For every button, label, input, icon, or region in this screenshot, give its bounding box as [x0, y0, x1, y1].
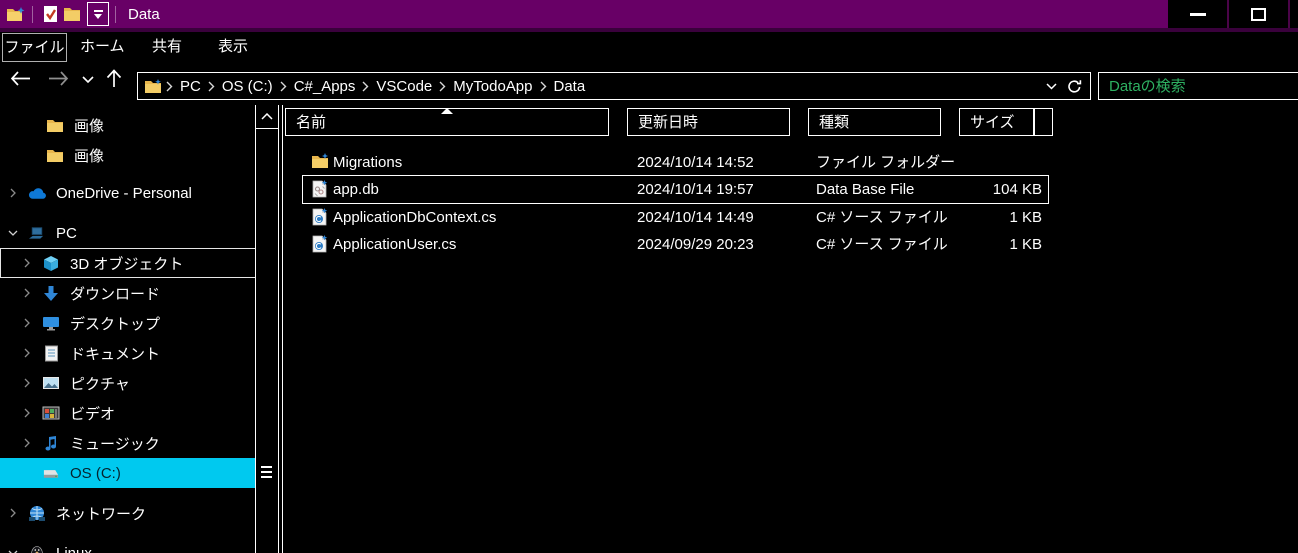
- sidebar-item-videos[interactable]: ビデオ: [0, 398, 255, 428]
- sidebar-item-pc[interactable]: PC: [0, 218, 255, 248]
- refresh-icon[interactable]: [1067, 79, 1082, 94]
- tab-home[interactable]: ホーム: [80, 33, 125, 60]
- recent-locations-chevron-icon[interactable]: [82, 76, 94, 84]
- ribbon-tab-row: ファイル ホーム 共有 表示: [0, 32, 1298, 62]
- chevron-right-icon[interactable]: [20, 438, 34, 448]
- titlebar: Data: [0, 0, 1298, 28]
- breadcrumb-item-data[interactable]: Data: [554, 78, 586, 95]
- sidebar-item-pictures-folder[interactable]: 画像: [0, 140, 255, 170]
- file-row-applicationuser[interactable]: ApplicationUser.cs 2024/09/29 20:23 C# ソ…: [303, 231, 1048, 258]
- sidebar-item-3d-objects[interactable]: 3D オブジェクト: [0, 248, 255, 278]
- breadcrumb-item-pc[interactable]: PC: [180, 78, 201, 95]
- tab-view[interactable]: 表示: [218, 33, 248, 60]
- search-box[interactable]: [1098, 72, 1298, 100]
- window-title: Data: [128, 5, 160, 23]
- folder-icon: [46, 146, 64, 164]
- sidebar-item-music[interactable]: ミュージック: [0, 428, 255, 458]
- file-panel-border: [282, 105, 283, 553]
- properties-icon[interactable]: [39, 2, 61, 26]
- tab-share[interactable]: 共有: [152, 33, 182, 60]
- maximize-button[interactable]: [1229, 0, 1288, 28]
- breadcrumb-chevron-icon: [280, 81, 287, 92]
- address-dropdown-chevron-icon[interactable]: [1046, 82, 1057, 90]
- sidebar-item-pictures[interactable]: ピクチャ: [0, 368, 255, 398]
- breadcrumb-chevron-icon: [208, 81, 215, 92]
- 3d-cube-icon: [42, 254, 60, 272]
- scrollbar-thumb-gripper[interactable]: [261, 466, 272, 478]
- folder-icon: [311, 153, 329, 171]
- forward-arrow-icon[interactable]: [48, 71, 69, 86]
- customize-quick-access-dropdown[interactable]: [87, 2, 109, 26]
- navigation-pane: 画像 画像 OneDrive - Personal PC 3D オブジェクト ダ…: [0, 105, 255, 553]
- column-header-modified[interactable]: 更新日時: [627, 108, 790, 136]
- chevron-right-icon[interactable]: [6, 188, 20, 198]
- sidebar-item-network[interactable]: ネットワーク: [0, 498, 255, 528]
- file-row-applicationdbcontext[interactable]: ApplicationDbContext.cs 2024/10/14 14:49…: [303, 204, 1048, 231]
- desktop-monitor-icon: [42, 314, 60, 332]
- folder-icon: [46, 116, 64, 134]
- navigation-row: PC OS (C:) C#_Apps VSCode MyTodoApp Data: [0, 62, 1298, 105]
- chevron-down-icon[interactable]: [6, 230, 20, 236]
- sidebar-item-os-c-drive[interactable]: OS (C:): [0, 458, 255, 488]
- chevron-right-icon[interactable]: [20, 318, 34, 328]
- video-film-icon: [42, 404, 60, 422]
- sidebar-item-onedrive[interactable]: OneDrive - Personal: [0, 178, 255, 208]
- back-arrow-icon[interactable]: [10, 71, 31, 86]
- column-header-empty[interactable]: [1034, 108, 1053, 136]
- onedrive-cloud-icon: [28, 184, 46, 202]
- linux-penguin-icon: [28, 544, 46, 553]
- address-folder-icon: [144, 78, 162, 94]
- minimize-button[interactable]: [1168, 0, 1227, 28]
- titlebar-separator: [32, 5, 33, 23]
- chevron-right-icon[interactable]: [20, 288, 34, 298]
- up-arrow-icon[interactable]: [106, 69, 122, 88]
- chevron-right-icon[interactable]: [20, 408, 34, 418]
- column-header-type[interactable]: 種類: [808, 108, 941, 136]
- breadcrumb-chevron-icon: [540, 81, 547, 92]
- sidebar-item-pictures-folder[interactable]: 画像: [0, 110, 255, 140]
- pictures-icon: [42, 374, 60, 392]
- titlebar-separator: [115, 5, 116, 23]
- sidebar-scrollbar[interactable]: [255, 105, 279, 553]
- chevron-right-icon[interactable]: [20, 378, 34, 388]
- breadcrumb-chevron-icon: [166, 81, 173, 92]
- column-header-size[interactable]: サイズ: [959, 108, 1034, 136]
- this-pc-icon: [28, 224, 46, 242]
- document-icon: [42, 344, 60, 362]
- breadcrumb-item-mytodoapp[interactable]: MyTodoApp: [453, 78, 532, 95]
- sidebar-item-desktop[interactable]: デスクトップ: [0, 308, 255, 338]
- scroll-up-button[interactable]: [256, 105, 278, 129]
- sort-ascending-icon: [441, 108, 453, 114]
- chevron-right-icon[interactable]: [6, 508, 20, 518]
- breadcrumb-item-os-c[interactable]: OS (C:): [222, 78, 273, 95]
- new-folder-icon[interactable]: [61, 2, 83, 26]
- music-note-icon: [42, 434, 60, 452]
- chevron-right-icon[interactable]: [20, 348, 34, 358]
- window-buttons: [1168, 0, 1298, 28]
- sidebar-item-documents[interactable]: ドキュメント: [0, 338, 255, 368]
- breadcrumb-item-csharp-apps[interactable]: C#_Apps: [294, 78, 356, 95]
- file-row-migrations[interactable]: Migrations 2024/10/14 14:52 ファイル フォルダー: [303, 149, 1048, 176]
- sidebar-item-linux[interactable]: Linux: [0, 538, 255, 553]
- breadcrumb-chevron-icon: [362, 81, 369, 92]
- address-bar[interactable]: PC OS (C:) C#_Apps VSCode MyTodoApp Data: [137, 72, 1091, 100]
- network-globe-icon: [28, 504, 46, 522]
- explorer-app-icon: [4, 2, 26, 26]
- search-input[interactable]: [1107, 74, 1297, 98]
- csharp-file-icon: [311, 208, 329, 226]
- tab-file[interactable]: ファイル: [2, 33, 67, 62]
- chevron-right-icon[interactable]: [20, 258, 34, 268]
- download-arrow-icon: [42, 284, 60, 302]
- breadcrumb-chevron-icon: [439, 81, 446, 92]
- csharp-file-icon: [311, 235, 329, 253]
- database-file-icon: [311, 180, 329, 198]
- hard-drive-icon: [42, 464, 60, 482]
- sidebar-item-downloads[interactable]: ダウンロード: [0, 278, 255, 308]
- breadcrumb-item-vscode[interactable]: VSCode: [376, 78, 432, 95]
- file-row-app-db[interactable]: app.db 2024/10/14 19:57 Data Base File 1…: [302, 175, 1049, 204]
